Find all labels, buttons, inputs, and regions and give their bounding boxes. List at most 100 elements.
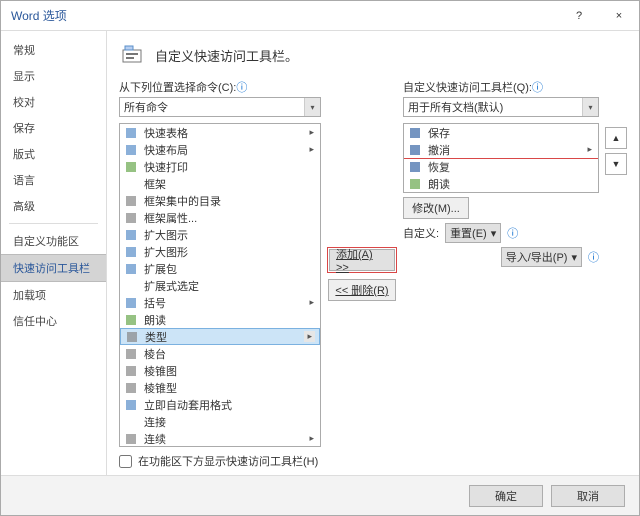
list-item[interactable]: 立即自动套用格式 [120, 396, 320, 413]
item-label: 类型 [145, 329, 298, 345]
sidebar-item[interactable]: 校对 [1, 89, 106, 115]
list-item[interactable]: 恢复 [404, 158, 598, 175]
item-label: 框架属性... [144, 210, 316, 226]
reset-dropdown[interactable]: 重置(E)▾ [445, 223, 501, 243]
item-label: 保存 [428, 125, 594, 141]
item-icon [124, 364, 138, 378]
sidebar-item[interactable]: 显示 [1, 63, 106, 89]
sidebar-item[interactable]: 信任中心 [1, 308, 106, 334]
submenu-arrow-icon: ▸ [309, 433, 316, 444]
main-panel: 自定义快速访问工具栏。 从下列位置选择命令(C):ⓘ 所有命令▾ 快速表格▸快速… [107, 31, 639, 475]
item-label: 连接 [144, 414, 316, 430]
list-item[interactable]: 快速表格▸ [120, 124, 320, 141]
item-label: 扩展包 [144, 261, 316, 277]
mid-column: 添加(A) >> << 删除(R) [327, 79, 397, 469]
item-icon [408, 160, 422, 174]
item-icon [125, 330, 139, 344]
titlebar: Word 选项 ? × [1, 1, 639, 31]
word-options-dialog: Word 选项 ? × 常规显示校对保存版式语言高级自定义功能区快速访问工具栏加… [0, 0, 640, 516]
item-icon [124, 177, 138, 191]
commands-listbox[interactable]: 快速表格▸快速布局▸快速打印框架框架集中的目录框架属性...扩大图示扩大图形扩展… [119, 123, 321, 447]
submenu-arrow-icon: ▸ [309, 127, 316, 138]
item-label: 棱锥图 [144, 363, 316, 379]
list-item[interactable]: 撤消▸ [404, 141, 598, 158]
item-dropdown-icon: ▸ [304, 331, 315, 342]
commands-from-dropdown[interactable]: 所有命令▾ [119, 97, 321, 117]
qat-listbox[interactable]: 保存撤消▸恢复朗读 [403, 123, 599, 193]
list-item[interactable]: 保存 [404, 124, 598, 141]
list-item[interactable]: 连续▸ [120, 430, 320, 447]
list-item[interactable]: 扩展式选定 [120, 277, 320, 294]
item-label: 扩展式选定 [144, 278, 316, 294]
modify-button[interactable]: 修改(M)... [403, 197, 469, 219]
help-button[interactable]: ? [559, 1, 599, 30]
ok-button[interactable]: 确定 [469, 485, 543, 507]
sidebar-item[interactable]: 语言 [1, 167, 106, 193]
list-item[interactable]: 棱锥型 [120, 379, 320, 396]
window-title: Word 选项 [11, 7, 559, 24]
list-item[interactable]: 框架 [120, 175, 320, 192]
item-icon [124, 228, 138, 242]
list-item[interactable]: 括号▸ [120, 294, 320, 311]
left-label: 从下列位置选择命令(C):ⓘ [119, 79, 321, 95]
list-item[interactable]: 棱台 [120, 345, 320, 362]
item-label: 棱锥型 [144, 380, 316, 396]
sidebar-item[interactable]: 自定义功能区 [1, 228, 106, 254]
list-item[interactable]: 快速布局▸ [120, 141, 320, 158]
custom-label: 自定义: [403, 225, 439, 241]
list-item[interactable]: 棱锥图 [120, 362, 320, 379]
import-export-dropdown[interactable]: 导入/导出(P)▾ [501, 247, 582, 267]
sidebar-item[interactable]: 保存 [1, 115, 106, 141]
item-icon [408, 177, 422, 191]
info-icon[interactable]: ⓘ [588, 249, 599, 265]
panel-title: 自定义快速访问工具栏。 [155, 46, 298, 65]
move-down-button[interactable]: ▼ [605, 153, 627, 175]
item-icon [124, 262, 138, 276]
list-item[interactable]: 朗读 [404, 175, 598, 192]
list-item[interactable]: 框架属性... [120, 209, 320, 226]
qat-target-dropdown[interactable]: 用于所有文档(默认)▾ [403, 97, 599, 117]
item-icon [124, 432, 138, 446]
item-label: 框架 [144, 176, 316, 192]
item-icon [124, 296, 138, 310]
list-item[interactable]: 扩大图示 [120, 226, 320, 243]
sidebar: 常规显示校对保存版式语言高级自定义功能区快速访问工具栏加载项信任中心 [1, 31, 107, 475]
remove-button[interactable]: << 删除(R) [328, 279, 395, 301]
item-label: 扩大图示 [144, 227, 316, 243]
move-up-button[interactable]: ▲ [605, 127, 627, 149]
add-button[interactable]: 添加(A) >> [329, 249, 395, 271]
left-column: 从下列位置选择命令(C):ⓘ 所有命令▾ 快速表格▸快速布局▸快速打印框架框架集… [119, 79, 321, 469]
info-icon[interactable]: ⓘ [236, 82, 247, 94]
item-icon [124, 279, 138, 293]
item-icon [408, 126, 422, 140]
list-item[interactable]: 扩大图形 [120, 243, 320, 260]
info-icon[interactable]: ⓘ [507, 225, 518, 241]
list-item[interactable]: 快速打印 [120, 158, 320, 175]
list-item[interactable]: 类型 ▸ [120, 328, 320, 345]
info-icon[interactable]: ⓘ [532, 82, 543, 94]
chevron-down-icon: ▾ [582, 98, 598, 116]
dialog-footer: 确定 取消 [1, 475, 639, 515]
item-label: 扩大图形 [144, 244, 316, 260]
item-icon [124, 415, 138, 429]
columns: 从下列位置选择命令(C):ⓘ 所有命令▾ 快速表格▸快速布局▸快速打印框架框架集… [119, 79, 627, 469]
item-label: 棱台 [144, 346, 316, 362]
sidebar-item[interactable]: 版式 [1, 141, 106, 167]
item-label: 朗读 [428, 176, 594, 192]
reorder-buttons: ▲ ▼ [605, 127, 627, 175]
sidebar-item[interactable]: 常规 [1, 37, 106, 63]
cancel-button[interactable]: 取消 [551, 485, 625, 507]
checkbox-input[interactable] [119, 455, 132, 468]
show-below-ribbon-checkbox[interactable]: 在功能区下方显示快速访问工具栏(H) [119, 453, 321, 469]
list-item[interactable]: 连接 [120, 413, 320, 430]
close-button[interactable]: × [599, 1, 639, 30]
sidebar-item[interactable]: 快速访问工具栏 [1, 254, 106, 282]
list-item[interactable]: 框架集中的目录 [120, 192, 320, 209]
sidebar-item[interactable]: 高级 [1, 193, 106, 219]
item-icon [124, 398, 138, 412]
list-item[interactable]: 朗读 [120, 311, 320, 328]
chevron-down-icon: ▾ [571, 251, 577, 264]
sidebar-item[interactable]: 加载项 [1, 282, 106, 308]
list-item[interactable]: 扩展包 [120, 260, 320, 277]
item-icon [124, 194, 138, 208]
